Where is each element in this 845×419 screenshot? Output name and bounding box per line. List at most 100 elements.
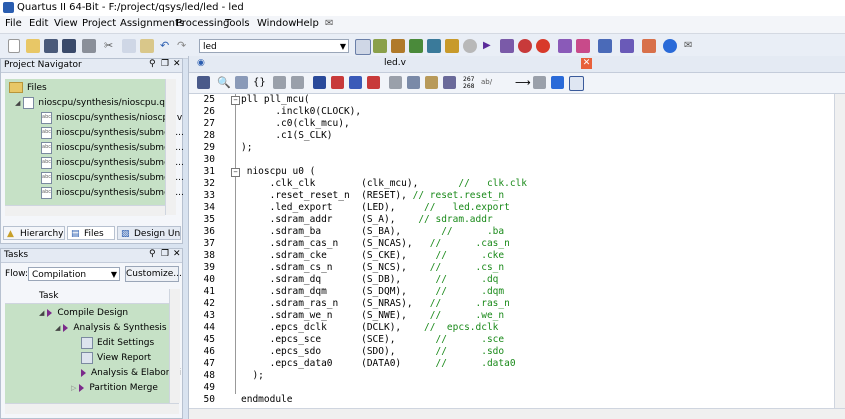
uncomment-icon[interactable] (443, 76, 456, 89)
undo-icon[interactable]: ↶ (160, 39, 174, 53)
customize-button[interactable]: Customize... (125, 266, 182, 282)
settings-chip-icon[interactable] (427, 39, 441, 53)
menu-processing[interactable]: Processing (176, 18, 229, 29)
prev-bookmark-icon[interactable] (349, 76, 362, 89)
braces-icon[interactable]: {} (253, 76, 266, 89)
cut-icon[interactable]: ✂ (104, 39, 118, 53)
find-replace-icon[interactable] (235, 76, 248, 89)
list-item[interactable]: abc nioscpu/synthesis/nioscpu.v (41, 111, 182, 126)
tree-root-files[interactable]: Files (9, 81, 47, 96)
menu-help[interactable]: Help (296, 18, 319, 29)
code-area[interactable]: 25− pll pll_mcu(26 .inclk0(CLOCK), 27 .c0(… (189, 94, 834, 408)
restore-icon[interactable]: ❐ (161, 59, 169, 69)
open-folder-icon[interactable] (26, 39, 40, 53)
compiler-icon[interactable] (355, 39, 371, 55)
megawizard-icon[interactable] (642, 39, 656, 53)
next-bookmark-icon[interactable] (331, 76, 344, 89)
vertical-scrollbar[interactable] (834, 94, 845, 408)
menu-assignments[interactable]: Assignments (120, 18, 184, 29)
tab-design-units[interactable]: ▧ Design Un (117, 226, 181, 240)
list-item[interactable]: abc nioscpu/synthesis/submod... (41, 171, 184, 186)
unindent-icon[interactable] (291, 76, 304, 89)
menu-file[interactable]: File (5, 18, 22, 29)
horizontal-scrollbar[interactable] (5, 205, 165, 216)
qsys-icon[interactable] (620, 39, 634, 53)
save-all-icon[interactable] (62, 39, 76, 53)
wrap-icon[interactable] (551, 76, 564, 89)
list-item[interactable]: abc nioscpu/synthesis/submod... (41, 126, 184, 141)
list-item[interactable]: abc nioscpu/synthesis/submod... (41, 156, 184, 171)
line-numbers-icon[interactable]: 267 268 (463, 76, 476, 90)
help-chat-icon[interactable]: ✉ (325, 18, 333, 29)
task-item[interactable]: ◢ Analysis & Synthesis (55, 321, 167, 336)
goto-line-icon[interactable]: ⟶ (515, 76, 531, 89)
close-icon[interactable]: ✕ (173, 59, 181, 69)
time-quest-icon[interactable] (536, 39, 550, 53)
horizontal-scrollbar[interactable] (5, 403, 179, 414)
task-item[interactable]: ▷ Partition Merge (71, 381, 158, 396)
menu-project[interactable]: Project (82, 18, 116, 29)
save-icon[interactable] (44, 39, 58, 53)
rtl-viewer-icon[interactable] (558, 39, 572, 53)
chip-planner-icon[interactable] (409, 39, 423, 53)
menu-view[interactable]: View (54, 18, 78, 29)
redo-icon[interactable]: ↷ (177, 39, 191, 53)
toggle-view-icon[interactable] (569, 76, 584, 91)
block-comment-icon[interactable] (407, 76, 420, 89)
print-icon[interactable] (82, 39, 96, 53)
list-icon[interactable] (533, 76, 546, 89)
task-item[interactable]: ◢ Compile Design (39, 306, 128, 321)
start-compilation-icon[interactable]: ▶ (483, 39, 497, 53)
run-task-icon (47, 308, 53, 317)
horizontal-scrollbar[interactable] (189, 408, 845, 419)
task-item[interactable]: View Report (81, 351, 151, 366)
close-tab-icon[interactable]: ✕ (581, 58, 592, 69)
tab-hierarchy[interactable]: ▲ Hierarchy (3, 226, 65, 240)
programmer-icon[interactable] (576, 39, 590, 53)
close-icon[interactable]: ✕ (173, 249, 181, 259)
line-number: 49 (203, 382, 215, 393)
chip-editor-icon[interactable] (598, 39, 612, 53)
stop-icon[interactable] (463, 39, 477, 53)
indent-icon[interactable] (273, 76, 286, 89)
pin-planner-icon[interactable] (373, 39, 387, 53)
design-partition-icon[interactable] (445, 39, 459, 53)
menu-window[interactable]: Window (257, 18, 296, 29)
chat-icon[interactable]: ✉ (684, 39, 698, 53)
clear-bookmarks-icon[interactable] (367, 76, 380, 89)
code-comment: // .we_n (429, 310, 505, 321)
vertical-scrollbar[interactable] (165, 79, 176, 215)
list-item[interactable]: abc nioscpu/synthesis/submod... (41, 186, 184, 201)
tab-label: Files (84, 229, 104, 239)
pin-icon[interactable]: ⚲ (149, 249, 156, 259)
fold-toggle-icon[interactable]: − (231, 168, 240, 177)
list-item[interactable]: ◢ nioscpu/synthesis/nioscpu.qip (15, 96, 173, 111)
copy-icon[interactable] (122, 39, 136, 53)
pin-icon[interactable]: ⚲ (149, 59, 156, 69)
assignment-editor-icon[interactable] (391, 39, 405, 53)
fold-toggle-icon[interactable]: − (231, 96, 240, 105)
timing-analyzer-icon[interactable] (518, 39, 532, 53)
restore-icon[interactable]: ❐ (161, 249, 169, 259)
task-item[interactable]: Edit Settings (81, 336, 154, 351)
flow-select[interactable]: Compilation ▼ (28, 267, 120, 281)
editor-panel: ◉ led.v ✕ 🔍 {} 267 268 ab/ ⟶ 25− pll pll_m… (188, 56, 845, 419)
menu-edit[interactable]: Edit (29, 18, 48, 29)
bookmark-icon[interactable] (313, 76, 326, 89)
menu-tools[interactable]: Tools (225, 18, 250, 29)
list-item[interactable]: abc nioscpu/synthesis/submod... (41, 141, 184, 156)
task-item[interactable]: Analysis & Elaborati (81, 366, 181, 381)
find-icon[interactable]: 🔍 (217, 76, 231, 89)
spell-icon[interactable]: ab/ (481, 76, 494, 89)
insert-template-icon[interactable] (425, 76, 438, 89)
help-icon[interactable] (663, 39, 677, 53)
attach-icon[interactable] (389, 76, 402, 89)
document-tab-label[interactable]: led.v (384, 58, 406, 68)
new-file-icon[interactable] (8, 39, 20, 53)
paste-icon[interactable] (140, 39, 154, 53)
editor-save-icon[interactable] (197, 76, 210, 89)
entity-combo[interactable]: led ▼ (199, 39, 349, 53)
analysis-icon[interactable] (500, 39, 514, 53)
tab-files[interactable]: ▤ Files (67, 226, 115, 240)
vertical-scrollbar[interactable] (169, 289, 180, 403)
